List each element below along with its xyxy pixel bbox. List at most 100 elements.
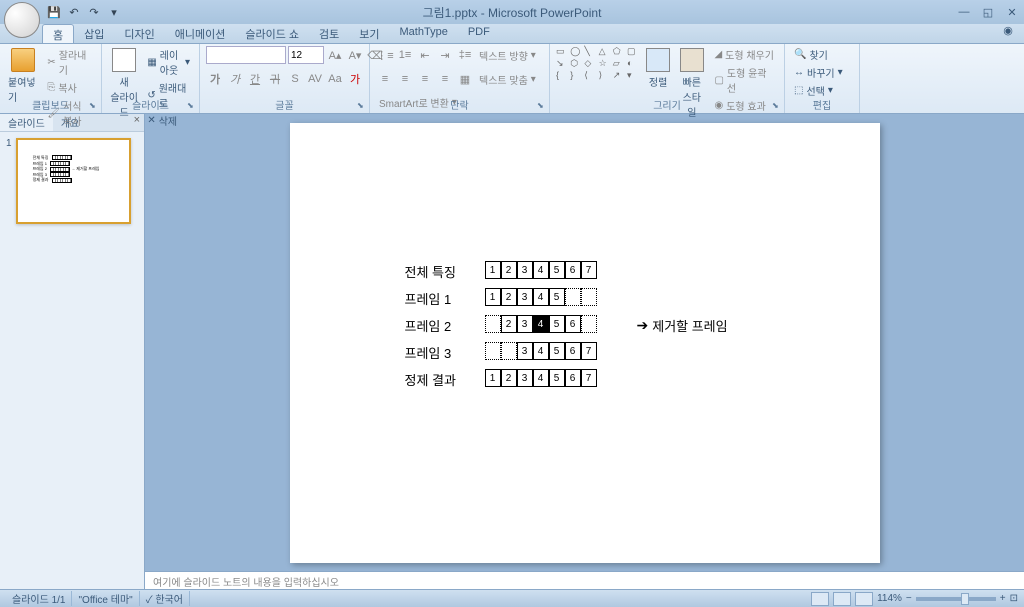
cell: 5 bbox=[549, 342, 565, 360]
align-right-button[interactable]: ≡ bbox=[416, 70, 434, 88]
layout-button[interactable]: ▦레이아웃▾ bbox=[144, 46, 193, 78]
title-bar: 💾 ↶ ↷ ▾ 그림1.pptx - Microsoft PowerPoint … bbox=[0, 0, 1024, 24]
font-size-combo[interactable] bbox=[288, 46, 324, 64]
shrink-font-button[interactable]: A▾ bbox=[346, 46, 364, 64]
cell: 3 bbox=[517, 315, 533, 333]
cell: 5 bbox=[549, 369, 565, 387]
zoom-thumb[interactable] bbox=[961, 593, 969, 605]
find-button[interactable]: 🔍찾기 bbox=[791, 46, 846, 63]
undo-icon[interactable]: ↶ bbox=[66, 4, 82, 20]
numbering-button[interactable]: 1≡ bbox=[396, 46, 414, 64]
zoom-out-button[interactable]: − bbox=[906, 593, 912, 604]
strikethrough-button[interactable]: 귀 bbox=[266, 70, 284, 88]
tab-design[interactable]: 디자인 bbox=[114, 24, 164, 43]
cell: 2 bbox=[501, 369, 517, 387]
line-spacing-button[interactable]: ‡≡ bbox=[456, 46, 474, 64]
grow-font-button[interactable]: A▴ bbox=[326, 46, 344, 64]
save-icon[interactable]: 💾 bbox=[46, 4, 62, 20]
cell: 7 bbox=[581, 342, 597, 360]
cells-area: 34567 bbox=[485, 342, 625, 362]
slide-canvas[interactable]: 전체 특징1234567프레임 112345프레임 223456➔제거할 프레임… bbox=[145, 114, 1024, 571]
shape-outline-button[interactable]: ▢도형 윤곽선 bbox=[711, 64, 778, 96]
sorter-view-button[interactable] bbox=[833, 592, 851, 606]
slide-thumbnail[interactable]: 전체 특징 프레임 1 프레임 2 → 제거할 프레임 프레임 3 정제 결과 bbox=[16, 138, 131, 224]
zoom-slider[interactable] bbox=[916, 597, 996, 601]
font-launcher[interactable]: ⬊ bbox=[357, 101, 367, 111]
tab-insert[interactable]: 삽입 bbox=[74, 24, 114, 43]
thumbnail-item[interactable]: 1 전체 특징 프레임 1 프레임 2 → 제거할 프레임 프레임 3 정제 결… bbox=[6, 138, 138, 224]
font-color-button[interactable]: 가 bbox=[346, 70, 364, 88]
slides-launcher[interactable]: ⬊ bbox=[187, 101, 197, 111]
slide[interactable]: 전체 특징1234567프레임 112345프레임 223456➔제거할 프레임… bbox=[290, 123, 880, 563]
arrange-button[interactable]: 정렬 bbox=[644, 46, 672, 91]
redo-icon[interactable]: ↷ bbox=[86, 4, 102, 20]
qat-more-icon[interactable]: ▾ bbox=[106, 4, 122, 20]
cut-button[interactable]: ✂잘라내기 bbox=[44, 46, 95, 78]
increase-indent-button[interactable]: ⇥ bbox=[436, 46, 454, 64]
cell: 4 bbox=[533, 369, 549, 387]
fit-window-button[interactable]: ⊡ bbox=[1010, 593, 1018, 604]
align-center-button[interactable]: ≡ bbox=[396, 70, 414, 88]
delete-slide-button[interactable]: ✕삭제 bbox=[144, 112, 193, 129]
drawing-launcher[interactable]: ⬊ bbox=[772, 101, 782, 111]
copy-button[interactable]: ⎘복사 bbox=[44, 79, 95, 96]
paste-icon bbox=[11, 48, 35, 72]
tab-animation[interactable]: 애니메이션 bbox=[165, 24, 236, 43]
status-language[interactable]: ✓ 한국어 bbox=[140, 591, 190, 606]
bold-button[interactable]: 가 bbox=[206, 70, 224, 88]
shape-fill-button[interactable]: ◢도형 채우기 bbox=[711, 46, 778, 63]
office-button[interactable] bbox=[4, 2, 40, 38]
tab-mathtype[interactable]: MathType bbox=[390, 24, 458, 43]
diagram-row: 프레임 223456➔제거할 프레임 bbox=[405, 312, 728, 339]
cell: 6 bbox=[565, 342, 581, 360]
restore-button[interactable]: ◱ bbox=[980, 5, 996, 19]
justify-button[interactable]: ≡ bbox=[436, 70, 454, 88]
arrange-icon bbox=[646, 48, 670, 72]
italic-button[interactable]: 가 bbox=[226, 70, 244, 88]
bullets-button[interactable]: ⋮≡ bbox=[376, 46, 394, 64]
decrease-indent-button[interactable]: ⇤ bbox=[416, 46, 434, 64]
arrow-text: 제거할 프레임 bbox=[652, 316, 727, 335]
tab-home[interactable]: 홈 bbox=[42, 24, 74, 43]
clipboard-launcher[interactable]: ⬊ bbox=[89, 101, 99, 111]
cell: 3 bbox=[517, 261, 533, 279]
help-icon[interactable]: ◉ bbox=[1000, 24, 1016, 43]
replace-button[interactable]: ↔바꾸기▾ bbox=[791, 64, 846, 81]
cell: 1 bbox=[485, 261, 501, 279]
tab-pdf[interactable]: PDF bbox=[458, 24, 500, 43]
minimize-button[interactable]: — bbox=[956, 5, 972, 19]
char-spacing-button[interactable]: AV bbox=[306, 70, 324, 88]
cell: 3 bbox=[517, 288, 533, 306]
zoom-in-button[interactable]: + bbox=[1000, 593, 1006, 604]
quick-access-toolbar: 💾 ↶ ↷ ▾ bbox=[46, 4, 122, 20]
outline-icon: ▢ bbox=[714, 75, 723, 86]
shapes-gallery[interactable]: ▭◯╲△⬠▢ ↘⬡◇☆▱◐ {}⟨⟩↗▾ bbox=[556, 46, 640, 81]
group-label-slides: 슬라이드 bbox=[102, 97, 199, 112]
close-button[interactable]: ✕ bbox=[1004, 5, 1020, 19]
text-direction-button[interactable]: 텍스트 방향▾ bbox=[476, 47, 539, 64]
slideshow-view-button[interactable] bbox=[855, 592, 873, 606]
tab-review[interactable]: 검토 bbox=[309, 24, 349, 43]
normal-view-button[interactable] bbox=[811, 592, 829, 606]
columns-button[interactable]: ▦ bbox=[456, 70, 474, 88]
cells-area: 1234567 bbox=[485, 369, 625, 389]
cell: 1 bbox=[485, 288, 501, 306]
shadow-button[interactable]: S bbox=[286, 70, 304, 88]
cell: 4 bbox=[533, 288, 549, 306]
font-family-combo[interactable] bbox=[206, 46, 286, 64]
notes-pane[interactable]: 여기에 슬라이드 노트의 내용을 입력하십시오 bbox=[145, 571, 1024, 589]
status-theme: "Office 테마" bbox=[72, 591, 139, 606]
align-text-button[interactable]: 텍스트 맞춤▾ bbox=[476, 71, 539, 88]
cell: 6 bbox=[565, 261, 581, 279]
cell: 4 bbox=[533, 315, 549, 333]
change-case-button[interactable]: Aa bbox=[326, 70, 344, 88]
paragraph-launcher[interactable]: ⬊ bbox=[537, 101, 547, 111]
tab-view[interactable]: 보기 bbox=[349, 24, 389, 43]
thumbnail-number: 1 bbox=[6, 138, 12, 224]
align-left-button[interactable]: ≡ bbox=[376, 70, 394, 88]
underline-button[interactable]: 간 bbox=[246, 70, 264, 88]
group-label-editing: 편집 bbox=[785, 97, 859, 112]
layout-icon: ▦ bbox=[147, 57, 156, 68]
cell-dotted bbox=[565, 288, 581, 306]
tab-slideshow[interactable]: 슬라이드 쇼 bbox=[235, 24, 309, 43]
